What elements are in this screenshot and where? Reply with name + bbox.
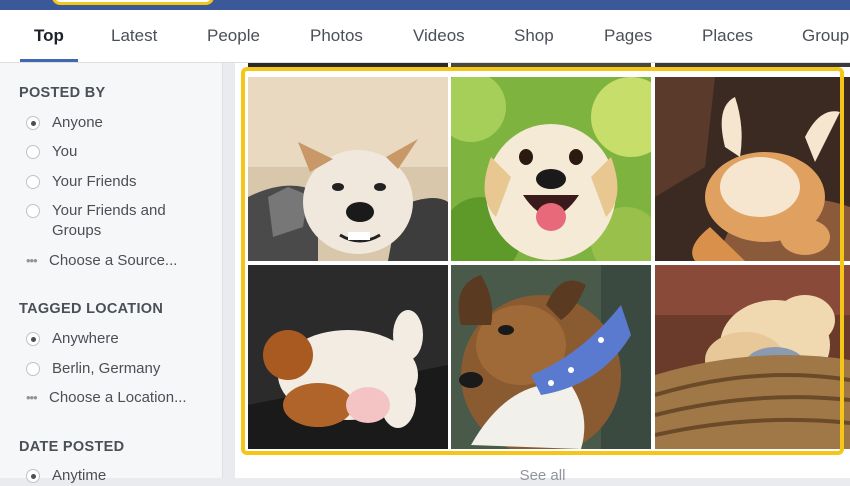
see-all-link[interactable]: See all bbox=[235, 467, 850, 484]
radio-icon[interactable] bbox=[26, 362, 40, 376]
tab-videos[interactable]: Videos bbox=[413, 10, 465, 62]
search-bar-edge[interactable] bbox=[52, 0, 214, 5]
radio-icon[interactable] bbox=[26, 175, 40, 189]
radio-icon[interactable] bbox=[26, 145, 40, 159]
tab-pages[interactable]: Pages bbox=[604, 10, 652, 62]
date-posted-heading: DATE POSTED bbox=[19, 439, 125, 455]
radio-selected-icon[interactable] bbox=[26, 116, 40, 130]
tab-top[interactable]: Top bbox=[20, 10, 78, 62]
option-label: Your Friends bbox=[52, 173, 137, 190]
tab-latest[interactable]: Latest bbox=[111, 10, 157, 62]
more-dots-icon: ••• bbox=[26, 390, 38, 405]
option-label: Anywhere bbox=[52, 330, 119, 347]
option-label: Berlin, Germany bbox=[52, 360, 161, 377]
more-dots-icon: ••• bbox=[26, 253, 38, 268]
radio-icon[interactable] bbox=[26, 204, 40, 218]
choose-source-label: Choose a Source... bbox=[49, 252, 178, 269]
option-label: Your Friends and Groups bbox=[52, 202, 166, 239]
tagged-location-heading: TAGGED LOCATION bbox=[19, 301, 164, 317]
tab-photos[interactable]: Photos bbox=[310, 10, 363, 62]
radio-selected-icon[interactable] bbox=[26, 469, 40, 483]
photos-card: See all bbox=[235, 63, 850, 484]
radio-selected-icon[interactable] bbox=[26, 332, 40, 346]
highlight-frame bbox=[241, 67, 844, 455]
option-label: Anytime bbox=[52, 467, 107, 484]
search-tabs: Top Latest People Photos Videos Shop Pag… bbox=[0, 10, 850, 63]
filter-sidebar: POSTED BY Anyone You Your Friends Your F… bbox=[0, 63, 223, 484]
option-label: Anyone bbox=[52, 114, 103, 131]
posted-by-heading: POSTED BY bbox=[19, 85, 106, 101]
results-area: See all bbox=[223, 63, 850, 484]
tab-people[interactable]: People bbox=[207, 10, 260, 62]
tab-places[interactable]: Places bbox=[702, 10, 753, 62]
choose-location-label: Choose a Location... bbox=[49, 389, 187, 406]
tab-groups[interactable]: Group bbox=[802, 10, 849, 62]
top-navigation-bar bbox=[0, 0, 850, 10]
tab-shop[interactable]: Shop bbox=[514, 10, 554, 62]
option-label: You bbox=[52, 143, 78, 160]
